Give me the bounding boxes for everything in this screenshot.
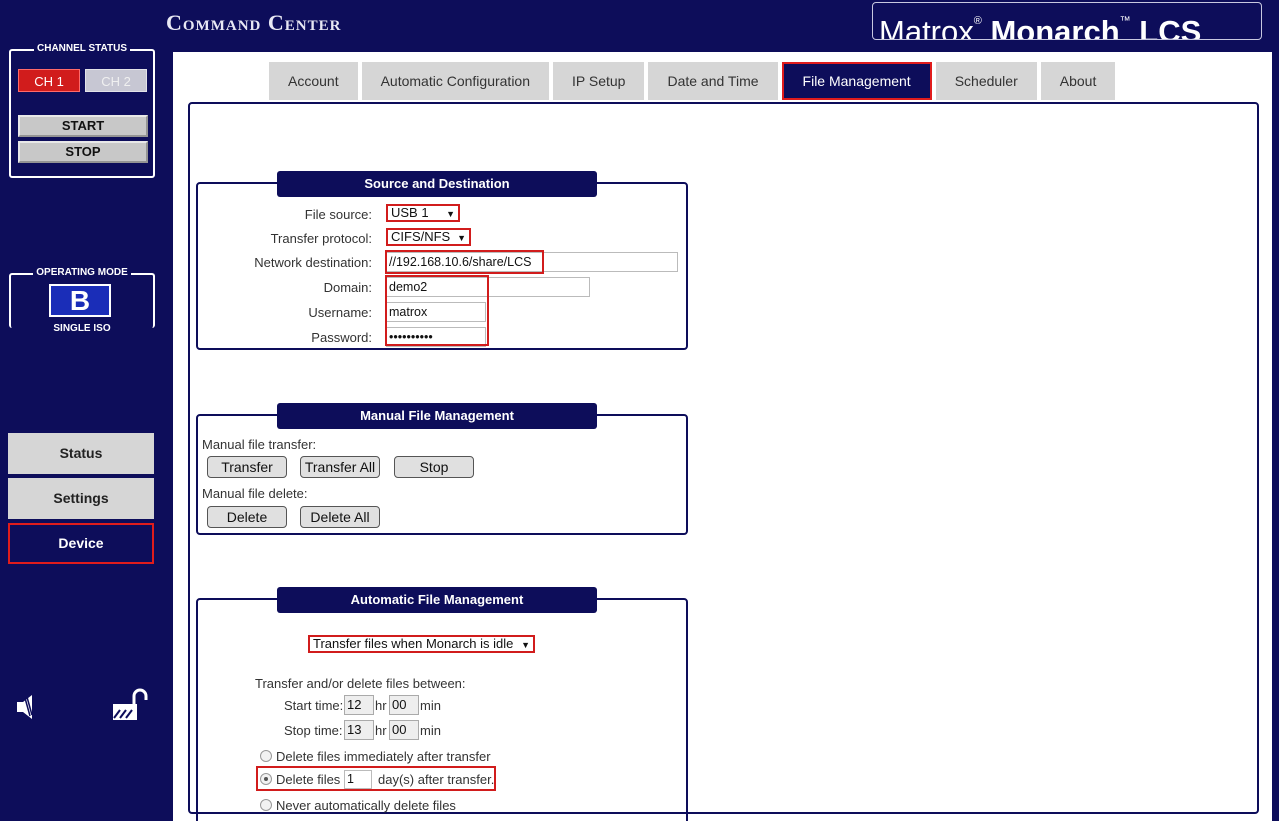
start-minute-input[interactable]: 00 bbox=[389, 695, 419, 715]
automatic-file-management-section: Automatic File Management Transfer files… bbox=[196, 587, 688, 821]
tab-date-and-time[interactable]: Date and Time bbox=[648, 62, 778, 100]
automatic-mode-select[interactable]: Transfer files when Monarch is idle ▼ bbox=[308, 635, 535, 653]
chevron-down-icon: ▼ bbox=[457, 233, 466, 243]
delete-all-button[interactable]: Delete All bbox=[300, 506, 380, 528]
stop-hour-input[interactable]: 13 bbox=[344, 720, 374, 740]
operating-mode-badge[interactable]: B bbox=[49, 284, 111, 317]
manual-delete-label: Manual file delete: bbox=[202, 486, 308, 501]
manual-transfer-label: Manual file transfer: bbox=[202, 437, 317, 452]
tab-automatic-configuration[interactable]: Automatic Configuration bbox=[361, 62, 550, 100]
option-delete-immediately-label: Delete files immediately after transfer bbox=[276, 749, 491, 764]
logo-model: LCS bbox=[1139, 14, 1202, 40]
nav-status-button[interactable]: Status bbox=[8, 433, 154, 474]
start-hour-input[interactable]: 12 bbox=[344, 695, 374, 715]
tab-file-management[interactable]: File Management bbox=[781, 62, 932, 100]
file-source-value: USB 1 bbox=[391, 205, 429, 220]
option-never-delete-label: Never automatically delete files bbox=[276, 798, 456, 813]
chevron-down-icon: ▼ bbox=[521, 640, 530, 650]
channel-status-panel: CHANNEL STATUS CH 1 CH 2 START STOP bbox=[9, 43, 155, 178]
tab-about[interactable]: About bbox=[1040, 62, 1116, 100]
password-label: Password: bbox=[311, 330, 372, 345]
username-label: Username: bbox=[308, 305, 372, 320]
transfer-protocol-select[interactable]: CIFS/NFS ▼ bbox=[386, 228, 471, 246]
source-destination-section: Source and Destination File source: USB … bbox=[196, 171, 688, 350]
delete-button[interactable]: Delete bbox=[207, 506, 287, 528]
start-minute-unit: min bbox=[420, 698, 441, 713]
start-hour-unit: hr bbox=[375, 698, 387, 713]
start-button[interactable]: START bbox=[18, 115, 148, 137]
logo-brand: Matrox bbox=[879, 14, 974, 40]
transfer-protocol-label: Transfer protocol: bbox=[270, 231, 372, 246]
tab-ip-setup[interactable]: IP Setup bbox=[553, 62, 645, 100]
radio-never-delete[interactable] bbox=[260, 799, 272, 811]
app-title: Command Center bbox=[166, 10, 342, 35]
manual-file-management-title: Manual File Management bbox=[277, 403, 597, 429]
stop-minute-input[interactable]: 00 bbox=[389, 720, 419, 740]
automatic-mode-value: Transfer files when Monarch is idle bbox=[313, 636, 514, 651]
logo-product: Monarch bbox=[990, 14, 1120, 40]
channel-2-button[interactable]: CH 2 bbox=[85, 69, 147, 92]
stop-minute-unit: min bbox=[420, 723, 441, 738]
transfer-button[interactable]: Transfer bbox=[207, 456, 287, 478]
nav-settings-button[interactable]: Settings bbox=[8, 478, 154, 519]
nav-device-button[interactable]: Device bbox=[8, 523, 154, 564]
credentials-highlight bbox=[385, 275, 489, 346]
source-destination-title: Source and Destination bbox=[277, 171, 597, 197]
delete-after-days-highlight bbox=[256, 766, 496, 791]
manual-file-management-section: Manual File Management Manual file trans… bbox=[196, 403, 688, 535]
network-destination-highlight bbox=[385, 250, 544, 274]
start-time-label: Start time: bbox=[284, 698, 344, 713]
channel-1-button[interactable]: CH 1 bbox=[18, 69, 80, 92]
stop-hour-unit: hr bbox=[375, 723, 387, 738]
matrox-logo: Matrox® Monarch™ LCS bbox=[872, 2, 1262, 40]
stop-button[interactable]: STOP bbox=[18, 141, 148, 163]
main-panel: Account Automatic Configuration IP Setup… bbox=[173, 52, 1272, 821]
operating-mode-title: OPERATING MODE bbox=[33, 267, 131, 278]
file-source-label: File source: bbox=[304, 207, 372, 222]
transfer-protocol-value: CIFS/NFS bbox=[391, 229, 451, 244]
stop-time-label: Stop time: bbox=[284, 723, 343, 738]
file-management-content: Source and Destination File source: USB … bbox=[188, 102, 1259, 821]
tab-scheduler[interactable]: Scheduler bbox=[935, 62, 1037, 100]
file-source-select[interactable]: USB 1 ▼ bbox=[386, 204, 460, 222]
transfer-between-label: Transfer and/or delete files between: bbox=[255, 676, 466, 691]
stop-transfer-button[interactable]: Stop bbox=[394, 456, 474, 478]
domain-label: Domain: bbox=[323, 280, 372, 295]
tab-bar: Account Automatic Configuration IP Setup… bbox=[269, 62, 1119, 100]
radio-delete-immediately[interactable] bbox=[260, 750, 272, 762]
operating-mode-panel: OPERATING MODE B SINGLE ISO bbox=[9, 267, 155, 334]
tab-account[interactable]: Account bbox=[269, 62, 358, 100]
automatic-file-management-title: Automatic File Management bbox=[277, 587, 597, 613]
transfer-all-button[interactable]: Transfer All bbox=[300, 456, 380, 478]
unlocked-padlock-icon[interactable] bbox=[110, 688, 150, 722]
network-destination-label: Network destination: bbox=[254, 255, 372, 270]
chevron-down-icon: ▼ bbox=[446, 209, 455, 219]
speaker-icon[interactable] bbox=[16, 693, 38, 721]
channel-status-title: CHANNEL STATUS bbox=[34, 43, 130, 54]
operating-mode-label: SINGLE ISO bbox=[50, 323, 114, 334]
